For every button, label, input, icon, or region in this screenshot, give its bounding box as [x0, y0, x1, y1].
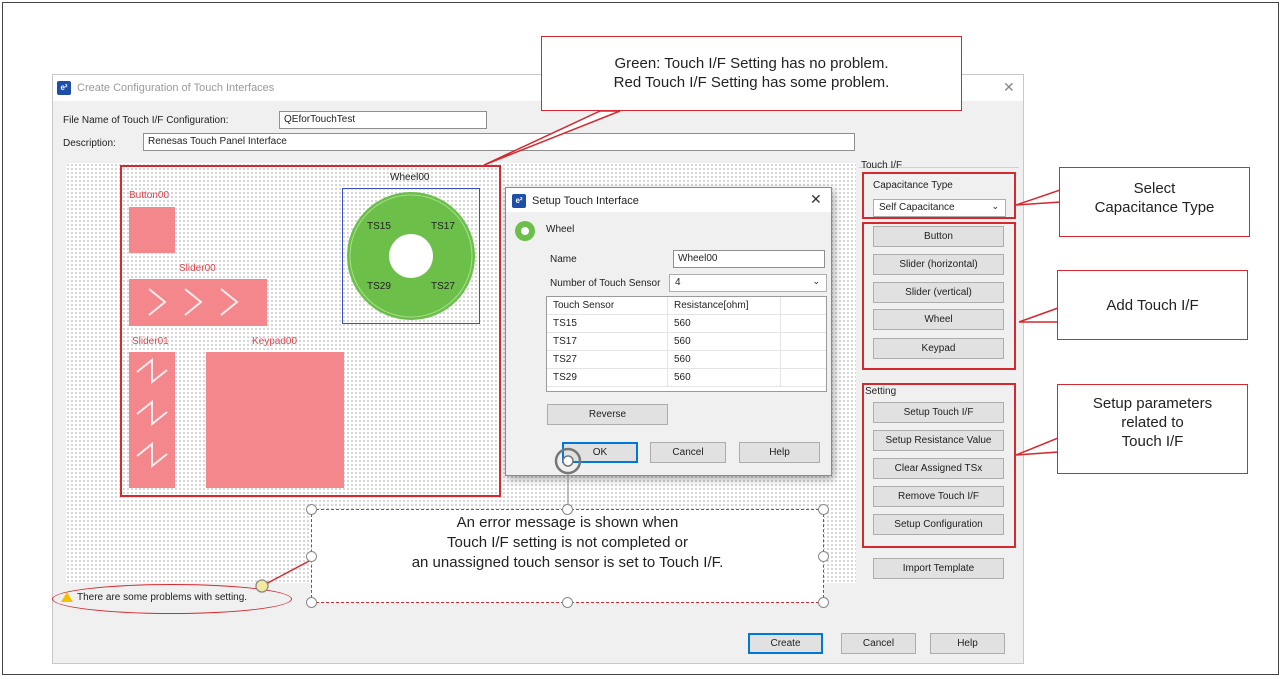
capacitance-highlight: [862, 172, 1016, 219]
interface-type-label: Wheel: [546, 224, 575, 235]
resize-handle: [306, 597, 317, 608]
callout-line: Select: [1133, 180, 1176, 197]
callout-line: an unassigned touch sensor is set to Tou…: [411, 554, 724, 571]
touch-if-group-label: Touch I/F: [861, 160, 903, 171]
table-row[interactable]: TS17 560: [547, 332, 826, 351]
setup-titlebar: e² Setup Touch Interface ✕: [506, 188, 831, 212]
resize-handle: [306, 551, 317, 562]
window-title: Create Configuration of Touch Interfaces: [77, 82, 275, 94]
cell-resistance[interactable]: 560: [667, 368, 781, 387]
num-sensor-value: 4: [675, 277, 681, 288]
sensor-resistance-table[interactable]: Touch Sensor Resistance[ohm] TS15 560 TS1…: [546, 296, 827, 392]
file-name-input[interactable]: QEforTouchTest: [279, 111, 487, 129]
column-header: Resistance[ohm]: [667, 297, 781, 315]
setup-close-icon[interactable]: ✕: [810, 191, 822, 208]
error-message-callout: An error message is shown when Touch I/F…: [311, 509, 824, 603]
ok-button[interactable]: OK: [562, 442, 638, 463]
description-label: Description:: [63, 138, 116, 149]
cell-resistance[interactable]: 560: [667, 314, 781, 333]
callout-line: Touch I/F: [1121, 433, 1184, 450]
table-row[interactable]: TS27 560: [547, 350, 826, 369]
capacitance-callout: Select Capacitance Type: [1059, 167, 1250, 237]
setup-app-icon: e²: [512, 194, 526, 208]
setting-highlight: [862, 383, 1016, 548]
callout-line: Green: Touch I/F Setting has no problem.: [614, 55, 889, 72]
callout-line: Capacitance Type: [1094, 199, 1215, 216]
close-icon[interactable]: ✕: [1003, 79, 1015, 96]
description-input[interactable]: Renesas Touch Panel Interface: [143, 133, 855, 151]
chevron-down-icon: ⌄: [812, 276, 820, 286]
wheel-type-icon: [515, 221, 535, 241]
name-input[interactable]: Wheel00: [673, 250, 825, 268]
add-touch-if-callout: Add Touch I/F: [1057, 270, 1248, 340]
setup-touch-interface-dialog: e² Setup Touch Interface ✕ Wheel Name Wh…: [505, 187, 832, 476]
app-icon: e²: [57, 81, 71, 95]
resize-handle: [818, 551, 829, 562]
cell-sensor: TS29: [547, 368, 668, 387]
create-button[interactable]: Create: [748, 633, 823, 654]
callout-line: Setup parameters: [1092, 395, 1213, 412]
resize-handle: [818, 597, 829, 608]
reverse-button[interactable]: Reverse: [547, 404, 668, 425]
table-row[interactable]: TS15 560: [547, 314, 826, 333]
cell-resistance[interactable]: 560: [667, 350, 781, 369]
status-highlight: [52, 584, 292, 614]
table-row[interactable]: TS29 560: [547, 368, 826, 387]
cell-sensor: TS27: [547, 350, 668, 369]
column-header: Touch Sensor: [547, 297, 668, 315]
resize-handle: [562, 504, 573, 515]
cell-resistance[interactable]: 560: [667, 332, 781, 351]
status-color-callout: Green: Touch I/F Setting has no problem.…: [541, 36, 962, 111]
file-name-label: File Name of Touch I/F Configuration:: [63, 115, 229, 126]
setup-params-callout: Setup parameters related to Touch I/F: [1057, 384, 1248, 474]
resize-handle: [306, 504, 317, 515]
setup-help-button[interactable]: Help: [739, 442, 820, 463]
callout-line: An error message is shown when: [456, 514, 679, 531]
resize-handle: [562, 597, 573, 608]
cancel-button[interactable]: Cancel: [841, 633, 916, 654]
cell-sensor: TS15: [547, 314, 668, 333]
table-header-row: Touch Sensor Resistance[ohm]: [547, 297, 826, 315]
callout-line: Touch I/F setting is not completed or: [447, 534, 688, 551]
name-label: Name: [550, 254, 577, 265]
callout-line: Red Touch I/F Setting has some problem.: [613, 74, 890, 91]
add-touch-if-highlight: [862, 222, 1016, 370]
setup-cancel-button[interactable]: Cancel: [650, 442, 726, 463]
callout-line: related to: [1121, 414, 1184, 431]
cell-sensor: TS17: [547, 332, 668, 351]
import-template-button[interactable]: Import Template: [873, 558, 1004, 579]
setup-dialog-title: Setup Touch Interface: [532, 195, 639, 207]
resize-handle: [818, 504, 829, 515]
num-sensor-label: Number of Touch Sensor: [550, 278, 661, 289]
help-button[interactable]: Help: [930, 633, 1005, 654]
num-sensor-select[interactable]: 4 ⌄: [669, 274, 827, 292]
canvas-highlight: [120, 165, 501, 497]
callout-line: Add Touch I/F: [1106, 297, 1199, 314]
